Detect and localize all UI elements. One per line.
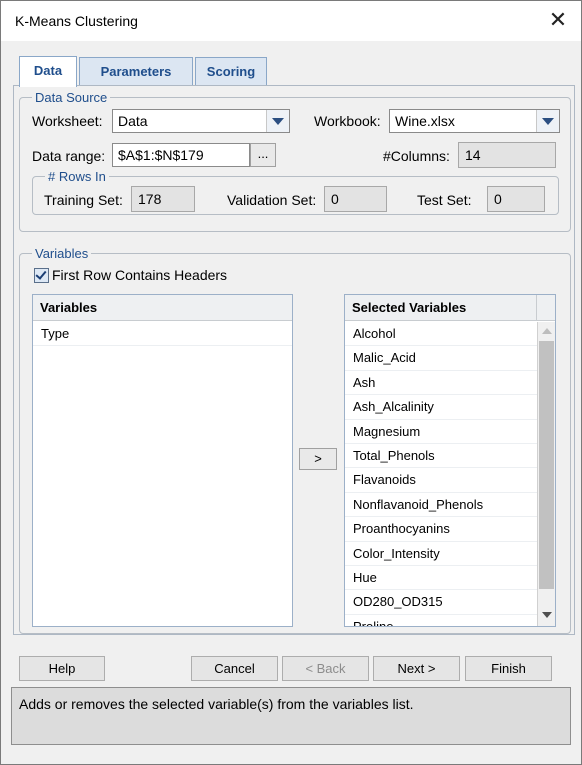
list-item[interactable]: Proanthocyanins <box>345 517 537 542</box>
data-range-input[interactable]: $A$1:$N$179 <box>112 143 250 167</box>
list-item[interactable]: Alcohol <box>345 322 537 347</box>
first-row-headers-checkbox[interactable] <box>34 268 49 283</box>
finish-button[interactable]: Finish <box>465 656 552 681</box>
rows-in-legend: # Rows In <box>48 169 106 184</box>
workbook-label: Workbook: <box>314 113 381 129</box>
list-item[interactable]: Proline <box>345 615 537 626</box>
k-means-dialog: K-Means Clustering ✕ Data Parameters Sco… <box>0 0 582 765</box>
tab-data[interactable]: Data <box>19 56 77 87</box>
worksheet-dropdown-button[interactable] <box>266 110 289 132</box>
tab-panel-data: Data Source Worksheet: Data Workbook: Wi… <box>13 85 575 635</box>
data-source-legend: Data Source <box>35 90 108 105</box>
worksheet-label: Worksheet: <box>32 113 103 129</box>
training-set-label: Training Set: <box>44 192 123 208</box>
test-set-label: Test Set: <box>417 192 472 208</box>
list-item[interactable]: Flavanoids <box>345 468 537 493</box>
list-item[interactable]: Magnesium <box>345 420 537 444</box>
worksheet-value: Data <box>118 113 148 129</box>
test-set-field: 0 <box>487 186 545 212</box>
available-variables-list[interactable]: Variables Type <box>32 294 293 627</box>
selected-variables-list[interactable]: Selected Variables Alcohol Malic_Acid Ash A… <box>344 294 556 627</box>
list-item[interactable]: Total_Phenols <box>345 444 537 469</box>
help-text-panel: Adds or removes the selected variable(s)… <box>11 687 571 745</box>
variables-legend: Variables <box>35 246 89 261</box>
scrollbar-thumb[interactable] <box>539 341 554 589</box>
selected-variables-rows: Alcohol Malic_Acid Ash Ash_Alcalinity Magnes… <box>345 322 537 626</box>
test-set-value: 0 <box>494 191 502 207</box>
list-item[interactable]: Hue <box>345 566 537 591</box>
workbook-select[interactable]: Wine.xlsx <box>389 109 560 133</box>
list-item[interactable]: Color_Intensity <box>345 542 537 566</box>
list-item[interactable]: Type <box>33 322 292 347</box>
chevron-down-icon <box>272 118 284 125</box>
selected-variables-header: Selected Variables <box>345 295 555 321</box>
workbook-value: Wine.xlsx <box>395 113 455 129</box>
selected-variables-scrollbar[interactable] <box>537 322 555 626</box>
next-button[interactable]: Next > <box>373 656 460 681</box>
validation-set-value: 0 <box>331 191 339 207</box>
validation-set-label: Validation Set: <box>227 192 317 208</box>
data-range-value: $A$1:$N$179 <box>118 147 204 163</box>
cancel-button[interactable]: Cancel <box>191 656 278 681</box>
window-title: K-Means Clustering <box>15 13 138 29</box>
list-item[interactable]: OD280_OD315 <box>345 590 537 615</box>
available-variables-header: Variables <box>33 295 292 321</box>
list-item[interactable]: Nonflavanoid_Phenols <box>345 493 537 518</box>
training-set-field: 178 <box>131 186 195 212</box>
list-item[interactable]: Ash_Alcalinity <box>345 395 537 420</box>
help-button[interactable]: Help <box>19 656 105 681</box>
list-item[interactable]: Malic_Acid <box>345 346 537 371</box>
scroll-down-icon[interactable] <box>542 612 552 618</box>
workbook-dropdown-button[interactable] <box>536 110 559 132</box>
tab-parameters[interactable]: Parameters <box>79 57 193 86</box>
tab-scoring[interactable]: Scoring <box>195 57 267 86</box>
first-row-headers-label: First Row Contains Headers <box>52 267 228 283</box>
help-text: Adds or removes the selected variable(s)… <box>19 696 414 712</box>
validation-set-field: 0 <box>324 186 387 212</box>
columns-label: #Columns: <box>383 148 450 164</box>
columns-field: 14 <box>458 142 556 168</box>
move-variable-button[interactable]: > <box>299 448 337 470</box>
close-icon[interactable]: ✕ <box>545 7 571 33</box>
title-bar: K-Means Clustering ✕ <box>1 1 581 41</box>
worksheet-select[interactable]: Data <box>112 109 290 133</box>
available-variables-rows: Type <box>33 322 292 626</box>
header-separator <box>536 295 537 321</box>
scroll-up-icon[interactable] <box>542 328 552 334</box>
back-button[interactable]: < Back <box>282 656 369 681</box>
training-set-value: 178 <box>138 191 162 207</box>
chevron-down-icon <box>542 118 554 125</box>
list-item[interactable]: Ash <box>345 371 537 396</box>
browse-button[interactable]: ... <box>250 143 276 167</box>
data-range-label: Data range: <box>32 148 106 164</box>
columns-value: 14 <box>465 147 481 163</box>
